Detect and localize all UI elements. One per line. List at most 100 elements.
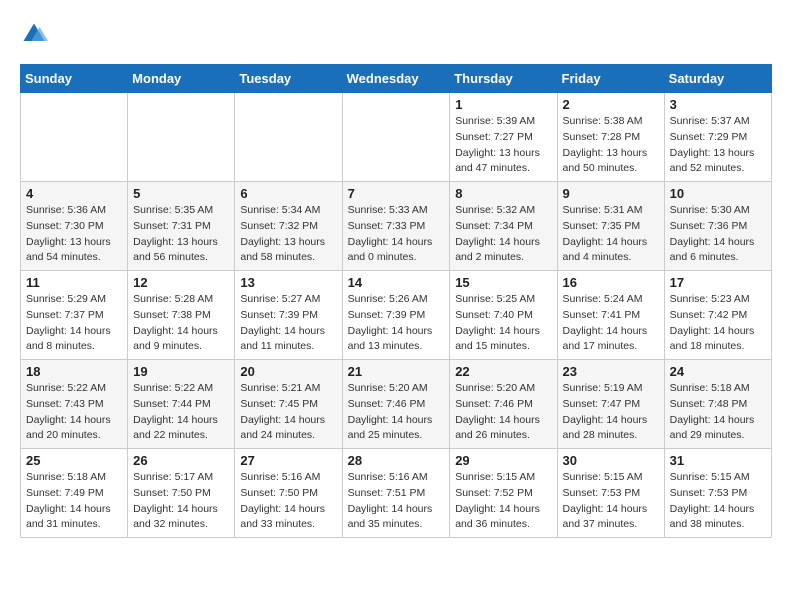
calendar-week-row: 4Sunrise: 5:36 AMSunset: 7:30 PMDaylight…	[21, 182, 772, 271]
calendar-cell: 31 Sunrise: 5:15 AMSunset: 7:53 PMDayligh…	[664, 449, 771, 538]
calendar-cell	[342, 93, 450, 182]
day-info: Sunrise: 5:27 AMSunset: 7:39 PMDaylight:…	[240, 292, 336, 355]
day-number: 13	[240, 275, 336, 290]
calendar-cell: 12 Sunrise: 5:28 AMSunset: 7:38 PMDayligh…	[128, 271, 235, 360]
calendar-cell: 26 Sunrise: 5:17 AMSunset: 7:50 PMDayligh…	[128, 449, 235, 538]
day-number: 6	[240, 186, 336, 201]
day-info: Sunrise: 5:25 AMSunset: 7:40 PMDaylight:…	[455, 292, 551, 355]
calendar-cell	[235, 93, 342, 182]
day-info: Sunrise: 5:15 AMSunset: 7:52 PMDaylight:…	[455, 470, 551, 533]
weekday-header-sunday: Sunday	[21, 65, 128, 93]
day-number: 8	[455, 186, 551, 201]
calendar-cell	[128, 93, 235, 182]
calendar-cell: 29 Sunrise: 5:15 AMSunset: 7:52 PMDayligh…	[450, 449, 557, 538]
day-info: Sunrise: 5:28 AMSunset: 7:38 PMDaylight:…	[133, 292, 229, 355]
day-info: Sunrise: 5:33 AMSunset: 7:33 PMDaylight:…	[348, 203, 445, 266]
calendar-cell: 20Sunrise: 5:21 AMSunset: 7:45 PMDayligh…	[235, 360, 342, 449]
day-info: Sunrise: 5:31 AMSunset: 7:35 PMDaylight:…	[563, 203, 659, 266]
calendar-cell: 27Sunrise: 5:16 AMSunset: 7:50 PMDayligh…	[235, 449, 342, 538]
day-info: Sunrise: 5:38 AMSunset: 7:28 PMDaylight:…	[563, 114, 659, 177]
calendar-week-row: 11Sunrise: 5:29 AMSunset: 7:37 PMDayligh…	[21, 271, 772, 360]
weekday-header-tuesday: Tuesday	[235, 65, 342, 93]
calendar-cell: 7 Sunrise: 5:33 AMSunset: 7:33 PMDaylight…	[342, 182, 450, 271]
day-number: 21	[348, 364, 445, 379]
day-info: Sunrise: 5:22 AMSunset: 7:44 PMDaylight:…	[133, 381, 229, 444]
day-info: Sunrise: 5:17 AMSunset: 7:50 PMDaylight:…	[133, 470, 229, 533]
day-number: 9	[563, 186, 659, 201]
weekday-header-monday: Monday	[128, 65, 235, 93]
day-number: 25	[26, 453, 122, 468]
day-number: 11	[26, 275, 122, 290]
weekday-header-saturday: Saturday	[664, 65, 771, 93]
calendar-cell: 13 Sunrise: 5:27 AMSunset: 7:39 PMDayligh…	[235, 271, 342, 360]
calendar-cell: 8 Sunrise: 5:32 AMSunset: 7:34 PMDaylight…	[450, 182, 557, 271]
calendar-cell: 23 Sunrise: 5:19 AMSunset: 7:47 PMDayligh…	[557, 360, 664, 449]
calendar-cell	[21, 93, 128, 182]
day-number: 16	[563, 275, 659, 290]
calendar-cell: 15 Sunrise: 5:25 AMSunset: 7:40 PMDayligh…	[450, 271, 557, 360]
day-number: 14	[348, 275, 445, 290]
day-number: 29	[455, 453, 551, 468]
calendar-cell: 28 Sunrise: 5:16 AMSunset: 7:51 PMDayligh…	[342, 449, 450, 538]
day-number: 2	[563, 97, 659, 112]
day-number: 24	[670, 364, 766, 379]
day-number: 30	[563, 453, 659, 468]
day-number: 5	[133, 186, 229, 201]
calendar-cell: 16 Sunrise: 5:24 AMSunset: 7:41 PMDayligh…	[557, 271, 664, 360]
day-number: 19	[133, 364, 229, 379]
calendar-cell: 3Sunrise: 5:37 AMSunset: 7:29 PMDaylight…	[664, 93, 771, 182]
day-info: Sunrise: 5:22 AMSunset: 7:43 PMDaylight:…	[26, 381, 122, 444]
calendar-header: SundayMondayTuesdayWednesdayThursdayFrid…	[21, 65, 772, 93]
calendar-cell: 21Sunrise: 5:20 AMSunset: 7:46 PMDayligh…	[342, 360, 450, 449]
day-number: 7	[348, 186, 445, 201]
calendar-cell: 4Sunrise: 5:36 AMSunset: 7:30 PMDaylight…	[21, 182, 128, 271]
logo-icon	[20, 20, 48, 48]
calendar-week-row: 18 Sunrise: 5:22 AMSunset: 7:43 PMDayligh…	[21, 360, 772, 449]
calendar-cell: 25Sunrise: 5:18 AMSunset: 7:49 PMDayligh…	[21, 449, 128, 538]
page-header	[20, 20, 772, 48]
weekday-header-thursday: Thursday	[450, 65, 557, 93]
weekday-header-row: SundayMondayTuesdayWednesdayThursdayFrid…	[21, 65, 772, 93]
day-number: 18	[26, 364, 122, 379]
day-info: Sunrise: 5:16 AMSunset: 7:51 PMDaylight:…	[348, 470, 445, 533]
calendar-week-row: 25Sunrise: 5:18 AMSunset: 7:49 PMDayligh…	[21, 449, 772, 538]
day-info: Sunrise: 5:15 AMSunset: 7:53 PMDaylight:…	[670, 470, 766, 533]
day-number: 12	[133, 275, 229, 290]
day-info: Sunrise: 5:15 AMSunset: 7:53 PMDaylight:…	[563, 470, 659, 533]
day-info: Sunrise: 5:20 AMSunset: 7:46 PMDaylight:…	[455, 381, 551, 444]
calendar-cell: 14 Sunrise: 5:26 AMSunset: 7:39 PMDayligh…	[342, 271, 450, 360]
day-info: Sunrise: 5:32 AMSunset: 7:34 PMDaylight:…	[455, 203, 551, 266]
day-info: Sunrise: 5:18 AMSunset: 7:48 PMDaylight:…	[670, 381, 766, 444]
day-number: 3	[670, 97, 766, 112]
day-info: Sunrise: 5:24 AMSunset: 7:41 PMDaylight:…	[563, 292, 659, 355]
calendar-cell: 10 Sunrise: 5:30 AMSunset: 7:36 PMDayligh…	[664, 182, 771, 271]
day-number: 28	[348, 453, 445, 468]
day-number: 4	[26, 186, 122, 201]
calendar-cell: 18 Sunrise: 5:22 AMSunset: 7:43 PMDayligh…	[21, 360, 128, 449]
calendar-table: SundayMondayTuesdayWednesdayThursdayFrid…	[20, 64, 772, 538]
day-number: 1	[455, 97, 551, 112]
day-info: Sunrise: 5:35 AMSunset: 7:31 PMDaylight:…	[133, 203, 229, 266]
day-number: 31	[670, 453, 766, 468]
calendar-cell: 24 Sunrise: 5:18 AMSunset: 7:48 PMDayligh…	[664, 360, 771, 449]
day-number: 15	[455, 275, 551, 290]
logo	[20, 20, 52, 48]
calendar-cell: 19 Sunrise: 5:22 AMSunset: 7:44 PMDayligh…	[128, 360, 235, 449]
calendar-cell: 1 Sunrise: 5:39 AMSunset: 7:27 PMDaylight…	[450, 93, 557, 182]
day-info: Sunrise: 5:19 AMSunset: 7:47 PMDaylight:…	[563, 381, 659, 444]
day-number: 23	[563, 364, 659, 379]
calendar-cell: 2 Sunrise: 5:38 AMSunset: 7:28 PMDaylight…	[557, 93, 664, 182]
day-info: Sunrise: 5:30 AMSunset: 7:36 PMDaylight:…	[670, 203, 766, 266]
calendar-cell: 17 Sunrise: 5:23 AMSunset: 7:42 PMDayligh…	[664, 271, 771, 360]
day-number: 10	[670, 186, 766, 201]
day-info: Sunrise: 5:26 AMSunset: 7:39 PMDaylight:…	[348, 292, 445, 355]
calendar-week-row: 1 Sunrise: 5:39 AMSunset: 7:27 PMDaylight…	[21, 93, 772, 182]
day-info: Sunrise: 5:23 AMSunset: 7:42 PMDaylight:…	[670, 292, 766, 355]
calendar-cell: 5 Sunrise: 5:35 AMSunset: 7:31 PMDaylight…	[128, 182, 235, 271]
day-info: Sunrise: 5:21 AMSunset: 7:45 PMDaylight:…	[240, 381, 336, 444]
calendar-cell: 30 Sunrise: 5:15 AMSunset: 7:53 PMDayligh…	[557, 449, 664, 538]
weekday-header-wednesday: Wednesday	[342, 65, 450, 93]
day-info: Sunrise: 5:39 AMSunset: 7:27 PMDaylight:…	[455, 114, 551, 177]
day-number: 17	[670, 275, 766, 290]
day-number: 26	[133, 453, 229, 468]
